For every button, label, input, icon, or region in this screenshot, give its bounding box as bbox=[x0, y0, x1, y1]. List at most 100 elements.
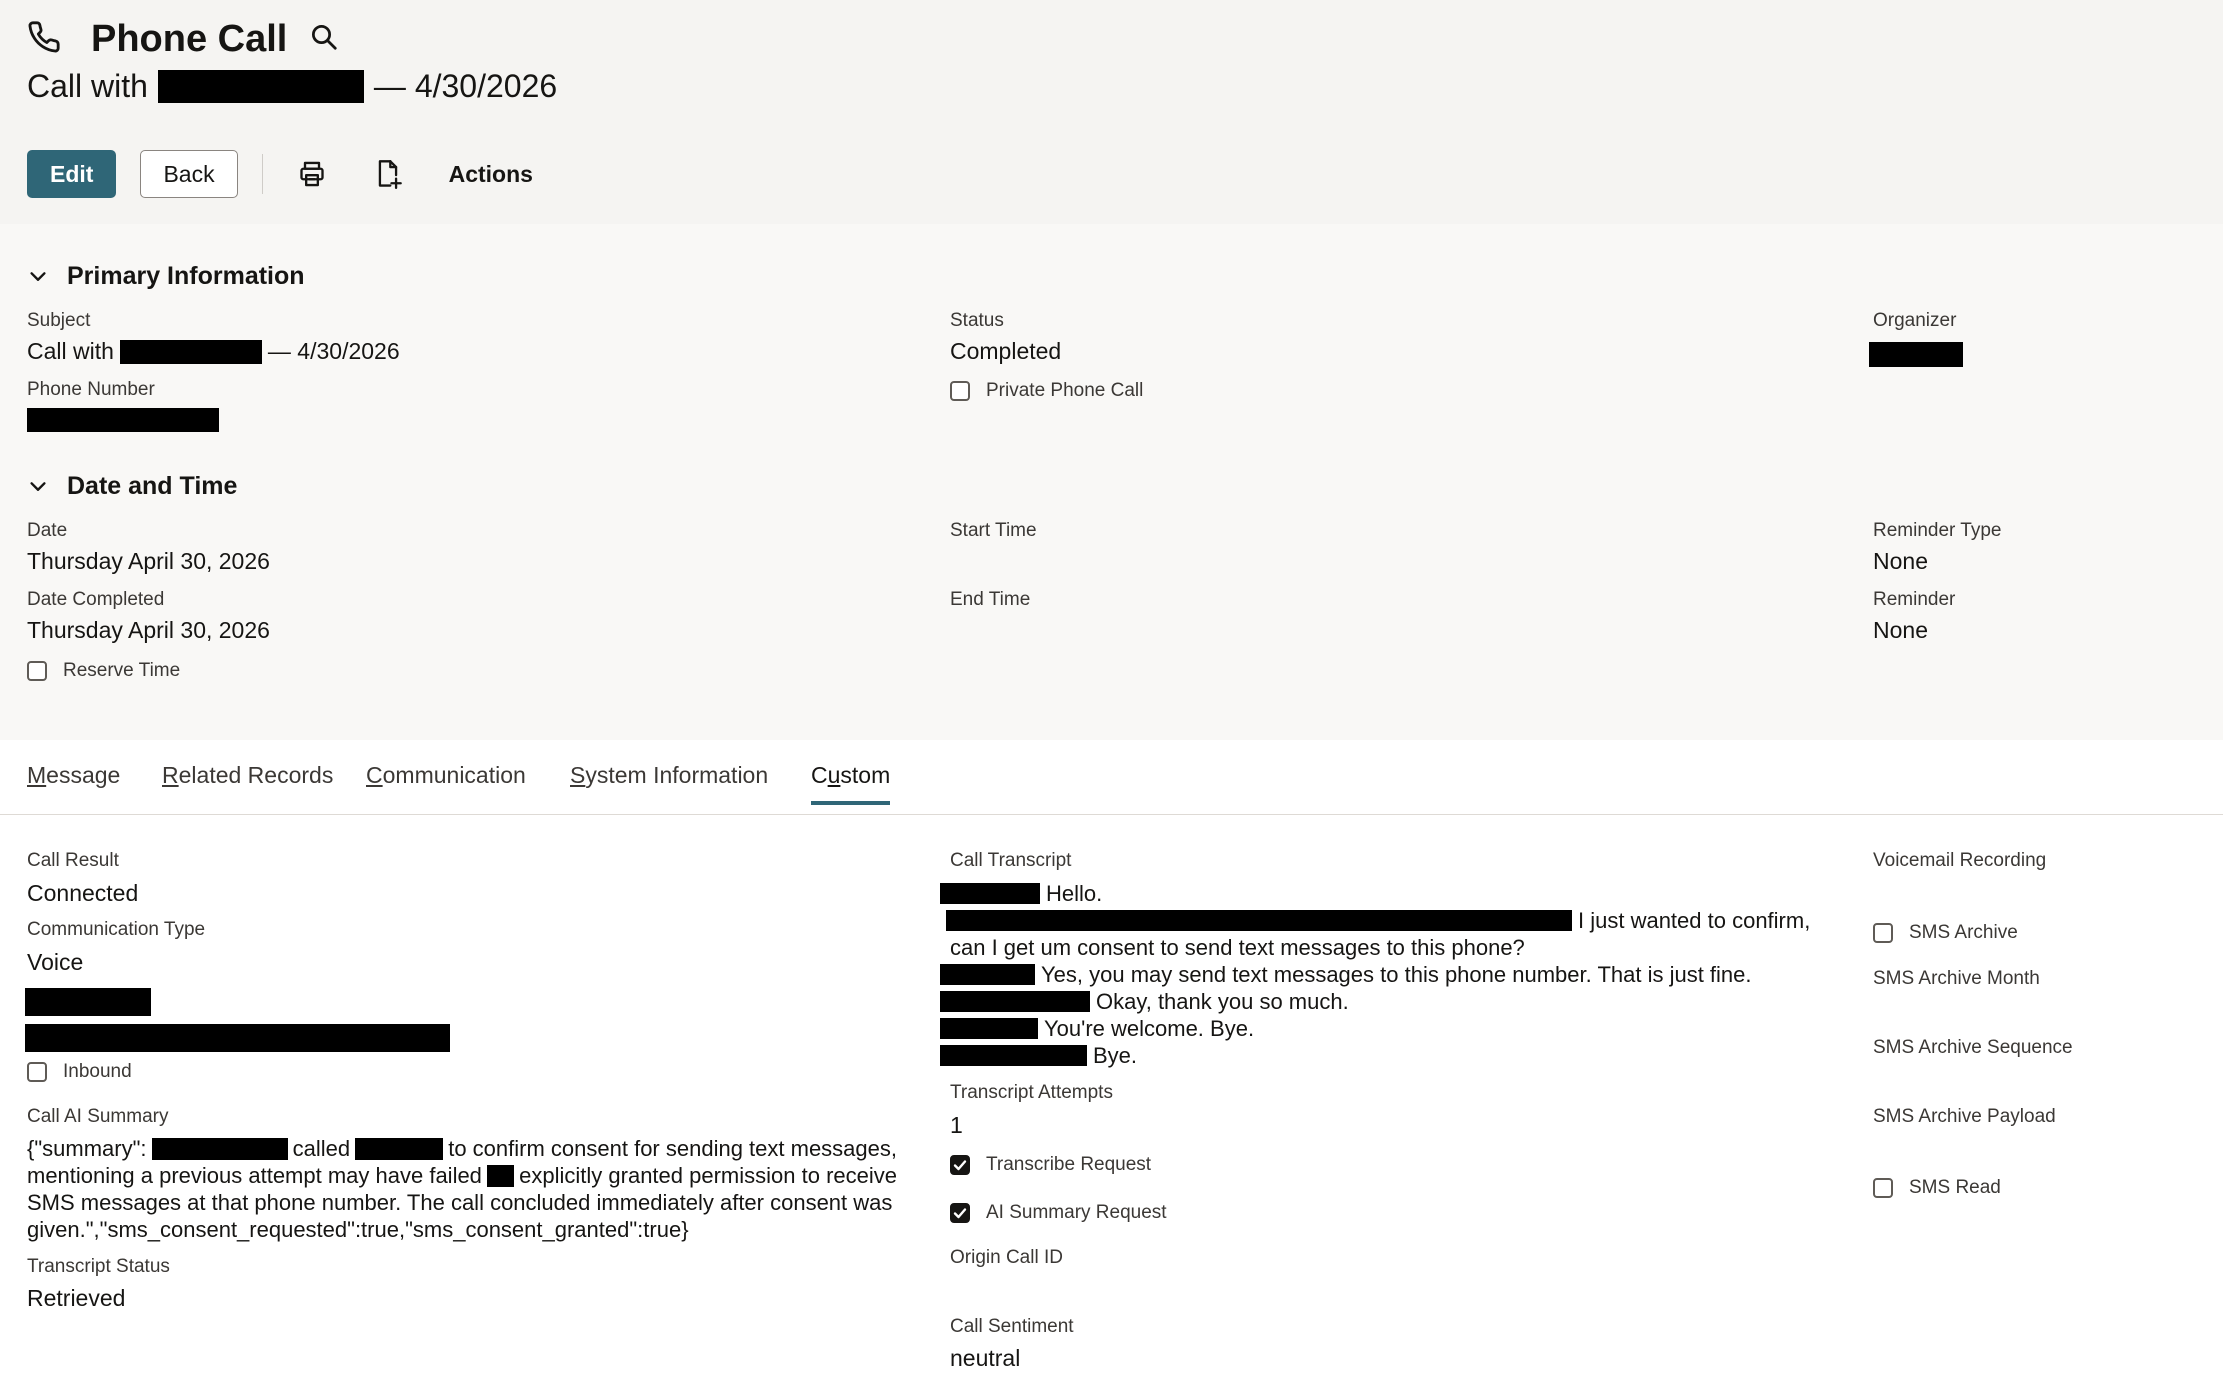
sms-read-checkbox[interactable]: SMS Read bbox=[1873, 1177, 2001, 1199]
call-ai-summary-value: {"summary": called to confirm consent fo… bbox=[27, 1135, 897, 1243]
tab-custom[interactable]: Custom bbox=[811, 762, 891, 805]
summary-text: called bbox=[292, 1136, 351, 1161]
transcript-status-value: Retrieved bbox=[27, 1285, 126, 1311]
back-button[interactable]: Back bbox=[140, 150, 238, 198]
redacted-name bbox=[119, 339, 262, 364]
private-call-label: Private Phone Call bbox=[986, 380, 1144, 401]
transcribe-request-label: Transcribe Request bbox=[986, 1154, 1152, 1175]
chevron-down-icon bbox=[30, 481, 46, 491]
communication-type-label: Communication Type bbox=[27, 919, 206, 940]
section-title: Date and Time bbox=[67, 472, 238, 500]
transcript-text: Bye. bbox=[1093, 1043, 1138, 1068]
private-call-checkbox[interactable]: Private Phone Call bbox=[950, 380, 1143, 402]
tab-label: essage bbox=[46, 762, 121, 788]
reminder-type-value: None bbox=[1873, 548, 1928, 574]
checkbox-box[interactable] bbox=[950, 1203, 970, 1223]
subject-prefix: Call with bbox=[27, 338, 114, 364]
transcript-text: Hello. bbox=[1046, 881, 1103, 906]
inbound-checkbox[interactable]: Inbound bbox=[27, 1061, 132, 1083]
redacted-organizer bbox=[1869, 342, 1963, 367]
transcript-text: I just wanted to confirm, bbox=[1578, 908, 1811, 933]
transcript-line: Yes, you may send text messages to this … bbox=[940, 961, 1820, 988]
transcribe-request-checkbox[interactable]: Transcribe Request bbox=[950, 1154, 1151, 1176]
redacted-speaker bbox=[940, 1018, 1038, 1039]
date-completed-label: Date Completed bbox=[27, 589, 165, 610]
transcript-line: Okay, thank you so much. bbox=[940, 988, 1820, 1015]
subtab-bar: Message Related Records Communication Sy… bbox=[0, 740, 2223, 815]
transcript-line: Bye. bbox=[940, 1042, 1820, 1069]
print-button[interactable] bbox=[287, 150, 337, 198]
transcript-attempts-label: Transcript Attempts bbox=[950, 1082, 1113, 1103]
record-detail-area bbox=[0, 224, 2223, 740]
tab-accesskey: M bbox=[27, 762, 47, 788]
inbound-label: Inbound bbox=[63, 1061, 132, 1082]
search-icon[interactable] bbox=[309, 22, 339, 57]
tab-related-records[interactable]: Related Records bbox=[162, 762, 333, 803]
reserve-time-label: Reserve Time bbox=[63, 660, 181, 681]
transcript-line: I just wanted to confirm, bbox=[940, 907, 1820, 934]
actions-menu[interactable]: Actions bbox=[449, 161, 533, 188]
tab-communication[interactable]: Communication bbox=[366, 762, 526, 803]
call-result-label: Call Result bbox=[27, 850, 119, 871]
subtitle-prefix: Call with bbox=[27, 68, 148, 104]
transcript-text: You're welcome. Bye. bbox=[1044, 1016, 1255, 1041]
checkbox-box[interactable] bbox=[27, 661, 47, 681]
tab-label: ommunication bbox=[382, 762, 526, 788]
tab-message[interactable]: Message bbox=[27, 762, 120, 803]
transcript-status-label: Transcript Status bbox=[27, 1256, 170, 1277]
subject-suffix: — 4/30/2026 bbox=[267, 338, 400, 364]
date-value: Thursday April 30, 2026 bbox=[27, 548, 270, 574]
reminder-type-label: Reminder Type bbox=[1873, 520, 2002, 541]
redacted-field-label bbox=[25, 988, 151, 1016]
ai-summary-request-checkbox[interactable]: AI Summary Request bbox=[950, 1202, 1167, 1224]
voicemail-recording-label: Voicemail Recording bbox=[1873, 850, 2047, 871]
origin-call-id-label: Origin Call ID bbox=[950, 1247, 1063, 1268]
tab-accesskey: C bbox=[366, 762, 383, 788]
page-header: Phone Call Call with — 4/30/2026 Edit Ba… bbox=[0, 0, 2223, 224]
tab-system-information[interactable]: System Information bbox=[570, 762, 768, 803]
section-title: Primary Information bbox=[67, 262, 305, 290]
checkbox-box[interactable] bbox=[1873, 923, 1893, 943]
date-time-toggle[interactable]: Date and Time bbox=[27, 472, 237, 501]
checkbox-box[interactable] bbox=[1873, 1178, 1893, 1198]
toolbar: Edit Back Actions bbox=[27, 150, 533, 198]
redacted-speaker bbox=[940, 1045, 1087, 1066]
transcript-text: Okay, thank you so much. bbox=[1096, 989, 1349, 1014]
transcript-line: Hello. bbox=[940, 880, 1820, 907]
title-row: Phone Call bbox=[27, 18, 339, 61]
subtitle-suffix: — 4/30/2026 bbox=[373, 68, 558, 104]
checkbox-box[interactable] bbox=[950, 381, 970, 401]
sms-archive-checkbox[interactable]: SMS Archive bbox=[1873, 922, 2018, 944]
status-label: Status bbox=[950, 310, 1004, 331]
summary-text: to confirm consent for sending text mess… bbox=[448, 1136, 897, 1161]
new-document-button[interactable] bbox=[363, 150, 413, 198]
redacted-phone-number bbox=[27, 408, 219, 432]
tab-label: stom bbox=[840, 762, 891, 788]
reserve-time-checkbox[interactable]: Reserve Time bbox=[27, 660, 180, 682]
redacted-field-value bbox=[25, 1024, 450, 1052]
call-sentiment-label: Call Sentiment bbox=[950, 1316, 1074, 1337]
primary-info-toggle[interactable]: Primary Information bbox=[27, 262, 305, 291]
checkmark-icon bbox=[953, 1160, 967, 1171]
toolbar-divider bbox=[261, 154, 263, 194]
summary-text: {"summary": bbox=[27, 1136, 147, 1161]
subject-label: Subject bbox=[27, 310, 91, 331]
call-ai-summary-label: Call AI Summary bbox=[27, 1106, 169, 1127]
checkbox-box[interactable] bbox=[950, 1155, 970, 1175]
ai-summary-request-label: AI Summary Request bbox=[986, 1202, 1167, 1223]
edit-button[interactable]: Edit bbox=[27, 150, 117, 198]
summary-text: SMS messages at that phone number. The c… bbox=[27, 1190, 893, 1215]
checkbox-box[interactable] bbox=[27, 1062, 47, 1082]
redacted-name bbox=[157, 70, 364, 103]
phone-icon bbox=[27, 20, 61, 59]
redacted-text bbox=[486, 1164, 515, 1187]
page-title: Phone Call bbox=[91, 18, 288, 60]
transcript-text: Yes, you may send text messages to this … bbox=[1041, 962, 1752, 987]
sms-read-label: SMS Read bbox=[1909, 1177, 2001, 1198]
tab-accesskey: u bbox=[827, 762, 841, 788]
record-subtitle: Call with — 4/30/2026 bbox=[27, 68, 557, 105]
sms-archive-sequence-label: SMS Archive Sequence bbox=[1873, 1037, 2073, 1058]
start-time-label: Start Time bbox=[950, 520, 1037, 541]
summary-text: explicitly granted permission to receive bbox=[519, 1163, 897, 1188]
call-transcript-label: Call Transcript bbox=[950, 850, 1072, 871]
